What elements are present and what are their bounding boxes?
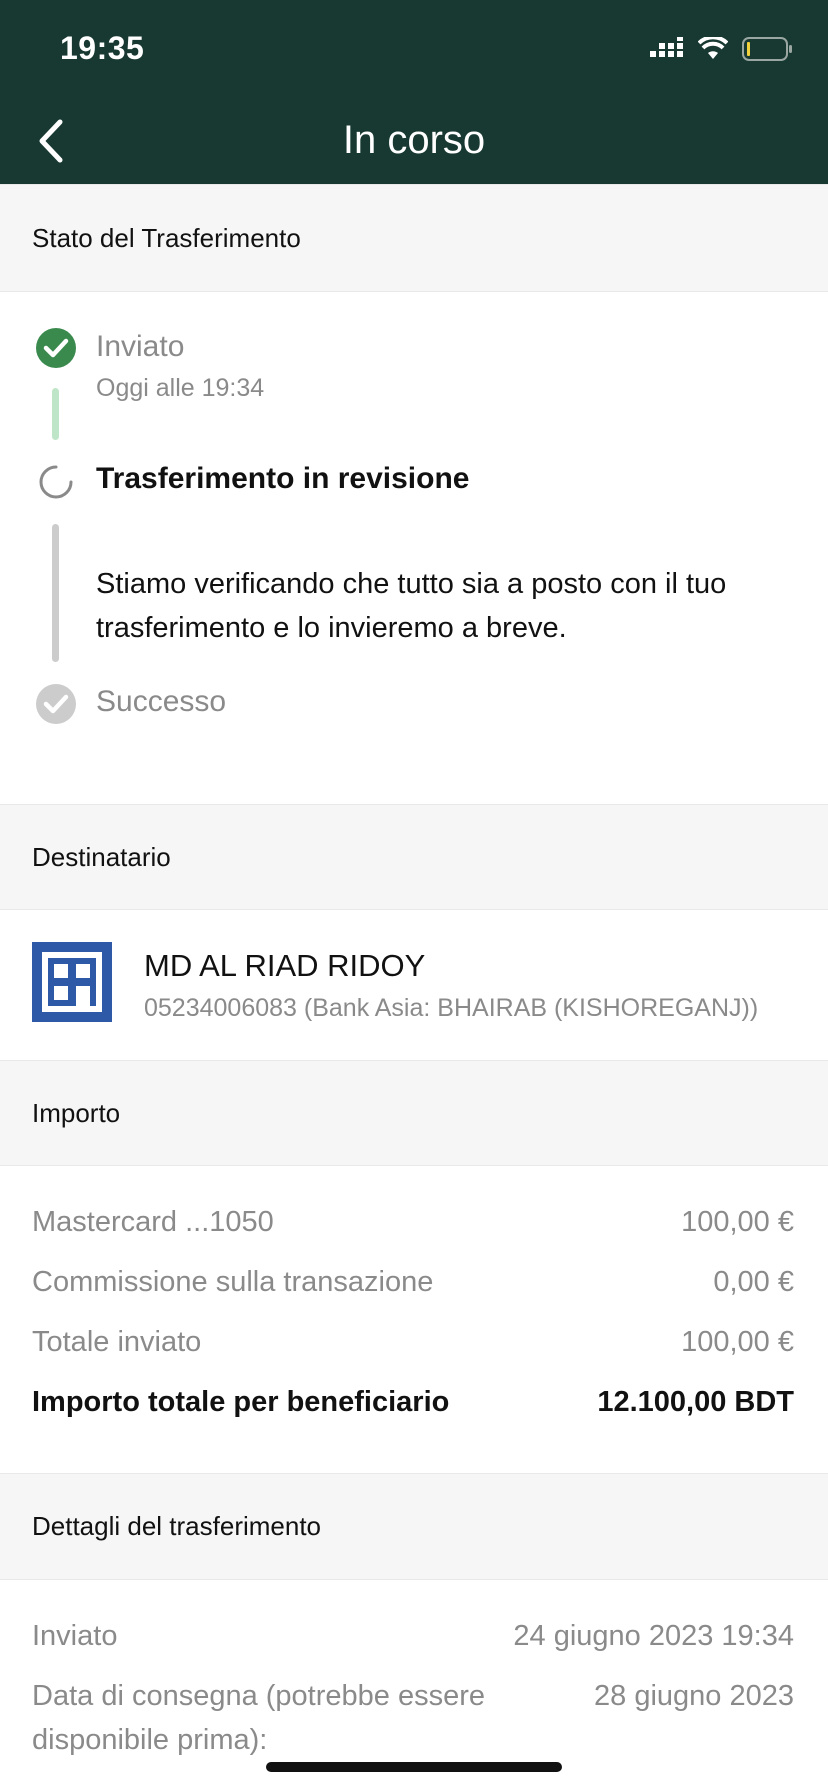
detail-value: 24 giugno 2023 19:34 — [513, 1620, 794, 1652]
total-label: Importo totale per beneficiario — [32, 1386, 450, 1418]
app-header: 19:35 In corso — [0, 0, 828, 184]
timeline-connector — [52, 524, 59, 662]
total-value: 12.100,00 BDT — [597, 1386, 794, 1418]
detail-row: Data di consegna (potrebbe essere dispon… — [32, 1674, 794, 1762]
recipient-account: 05234006083 (Bank Asia: BHAIRAB (KISHORE… — [144, 994, 759, 1022]
step-sent-time: Oggi alle 19:34 — [96, 374, 265, 402]
recipient-name: MD AL RIAD RIDOY — [144, 948, 426, 983]
status-icons — [650, 36, 794, 62]
amount-value: 100,00 € — [681, 1326, 794, 1358]
status-time: 19:35 — [60, 30, 145, 66]
check-circle-icon — [36, 328, 76, 368]
step-success-title: Successo — [96, 685, 227, 718]
pending-check-icon — [36, 684, 76, 724]
amount-value: 0,00 € — [713, 1266, 794, 1298]
detail-value: 28 giugno 2023 — [594, 1680, 794, 1712]
detail-label: Inviato — [32, 1620, 118, 1652]
battery-icon — [742, 37, 792, 61]
status-section-heading: Stato del Trasferimento — [0, 184, 828, 292]
home-indicator — [266, 1762, 562, 1772]
amount-row: Totale inviato 100,00 € — [32, 1326, 794, 1359]
detail-label: Data di consegna (potrebbe essere dispon… — [32, 1680, 486, 1756]
timeline-connector — [52, 388, 59, 440]
amount-section-heading: Importo — [0, 1060, 828, 1166]
step-review-description: Stiamo verificando che tutto sia a posto… — [96, 568, 727, 644]
amount-value: 100,00 € — [681, 1206, 794, 1238]
amount-row: Commissione sulla transazione 0,00 € — [32, 1266, 794, 1299]
amount-label: Mastercard ...1050 — [32, 1206, 274, 1238]
bank-logo-icon — [32, 942, 112, 1022]
detail-row: Inviato 24 giugno 2023 19:34 — [32, 1620, 794, 1653]
step-review-title: Trasferimento in revisione — [96, 462, 470, 495]
wifi-icon — [698, 37, 728, 59]
amount-label: Totale inviato — [32, 1326, 202, 1358]
total-amount-row: Importo totale per beneficiario 12.100,0… — [32, 1386, 794, 1419]
signal-icon — [650, 37, 683, 57]
details-section-heading: Dettagli del trasferimento — [0, 1473, 828, 1580]
spinner-icon — [39, 465, 73, 499]
page-title: In corso — [342, 118, 486, 162]
amount-row: Mastercard ...1050 100,00 € — [32, 1206, 794, 1239]
recipient-section-heading: Destinatario — [0, 804, 828, 910]
step-sent-title: Inviato — [96, 330, 185, 363]
amount-label: Commissione sulla transazione — [32, 1266, 434, 1298]
